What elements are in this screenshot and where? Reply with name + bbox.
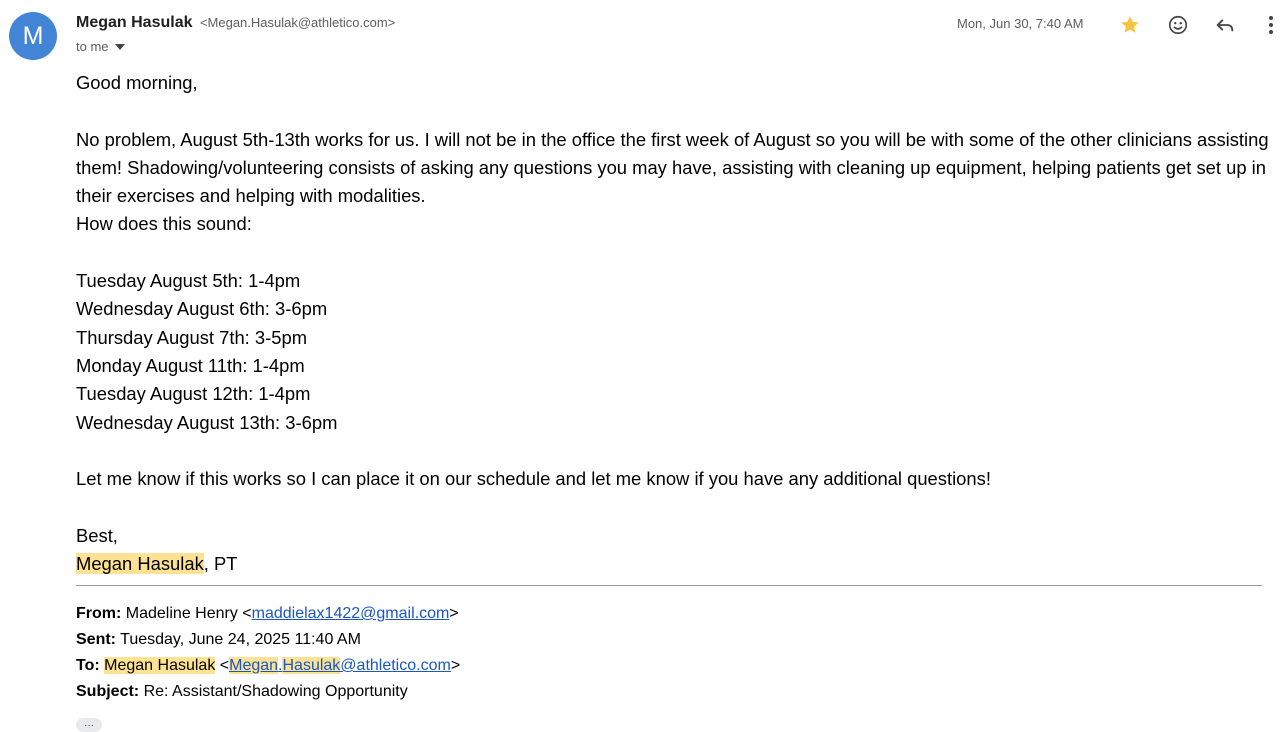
message-body: Good morning, No problem, August 5th-13t… xyxy=(76,69,1276,578)
quote-divider xyxy=(76,585,1262,586)
from-label: From: xyxy=(76,605,122,622)
from-name: Madeline Henry < xyxy=(125,605,252,622)
quoted-sent: Sent: Tuesday, June 24, 2025 11:40 AM xyxy=(76,627,460,653)
schedule-item: Monday August 11th: 1-4pm xyxy=(76,354,305,376)
schedule-item: Wednesday August 13th: 3-6pm xyxy=(76,411,338,433)
signature: Megan Hasulak, PT xyxy=(76,550,1276,578)
schedule-item: Thursday August 7th: 3-5pm xyxy=(76,326,308,348)
sent-label: Sent: xyxy=(76,631,116,648)
sender-name[interactable]: Megan Hasulak xyxy=(76,14,192,31)
to-email-part2: Hasulak xyxy=(282,657,341,674)
from-email-link[interactable]: maddielax1422@gmail.com xyxy=(252,605,450,622)
to-email-part1: Megan xyxy=(229,657,279,674)
to-name: Megan Hasulak xyxy=(104,657,216,674)
subject-value: Re: Assistant/Shadowing Opportunity xyxy=(143,683,408,700)
show-trimmed-content-button[interactable]: ··· xyxy=(76,718,102,732)
signoff: Best, xyxy=(76,524,118,546)
message-date: Mon, Jun 30, 7:40 AM xyxy=(957,16,1084,31)
reply-icon[interactable] xyxy=(1212,12,1238,38)
subject-label: Subject: xyxy=(76,683,140,700)
to-label: To: xyxy=(76,657,100,674)
to-email-link[interactable]: Megan.Hasulak@athletico.com xyxy=(229,657,451,674)
signature-suffix: , PT xyxy=(203,553,238,575)
to-email-domain: @athletico.com xyxy=(340,657,451,674)
quoted-to: To: Megan Hasulak <Megan.Hasulak@athleti… xyxy=(76,653,460,679)
to-close: > xyxy=(450,657,461,674)
closing-paragraph: Let me know if this works so I can place… xyxy=(76,468,991,490)
recipient-label: to me xyxy=(76,39,109,54)
greeting: Good morning, xyxy=(76,72,198,93)
sender-line: Megan Hasulak <Megan.Hasulak@athletico.c… xyxy=(76,14,395,32)
recipient-line[interactable]: to me xyxy=(76,39,125,54)
emoji-icon[interactable] xyxy=(1165,12,1191,38)
from-close: > xyxy=(449,605,459,622)
chevron-down-icon[interactable] xyxy=(114,44,125,50)
schedule-item: Wednesday August 6th: 3-6pm xyxy=(76,298,328,320)
more-vertical-icon[interactable] xyxy=(1258,12,1280,38)
quoted-from: From: Madeline Henry <maddielax1422@gmai… xyxy=(76,601,460,627)
star-icon[interactable] xyxy=(1117,12,1143,38)
schedule-item: Tuesday August 5th: 1-4pm xyxy=(76,270,301,292)
signature-name: Megan Hasulak xyxy=(76,553,204,575)
body-paragraph: No problem, August 5th-13th works for us… xyxy=(76,128,1269,207)
sent-value: Tuesday, June 24, 2025 11:40 AM xyxy=(120,631,361,648)
to-open: < xyxy=(215,657,230,674)
schedule-item: Tuesday August 12th: 1-4pm xyxy=(76,383,311,405)
sender-avatar[interactable]: M xyxy=(9,12,57,60)
sender-email: <Megan.Hasulak@athletico.com> xyxy=(199,15,396,30)
body-question: How does this sound: xyxy=(76,213,252,235)
quoted-header: From: Madeline Henry <maddielax1422@gmai… xyxy=(76,601,460,705)
quoted-subject: Subject: Re: Assistant/Shadowing Opportu… xyxy=(76,679,460,705)
